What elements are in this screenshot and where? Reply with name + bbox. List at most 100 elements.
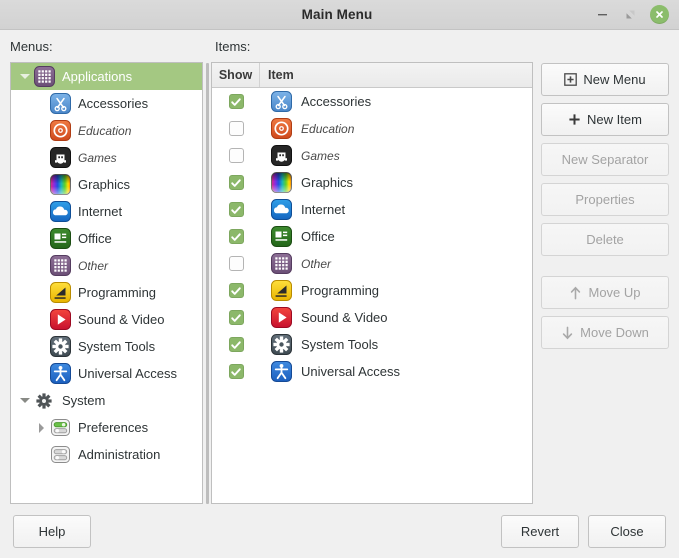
items-table[interactable]: Show Item Accessories Education Games Gr… <box>211 62 533 504</box>
plus-icon <box>568 113 581 126</box>
table-row[interactable]: Universal Access <box>212 358 532 385</box>
education-icon <box>49 120 71 142</box>
menu-tree-item-label: Education <box>78 123 132 138</box>
button-label: Delete <box>586 232 624 247</box>
help-button[interactable]: Help <box>13 515 91 548</box>
item-cell: Universal Access <box>260 361 532 383</box>
sound-video-icon <box>49 309 71 331</box>
show-cell <box>212 148 260 163</box>
menu-tree-item-label: Programming <box>78 285 157 300</box>
window-titlebar[interactable]: Main Menu <box>0 0 679 30</box>
menu-tree-item-label: Games <box>78 150 117 165</box>
items-label: Items: <box>215 38 251 54</box>
system-tools-icon <box>270 334 292 356</box>
new-item-button[interactable]: New Item <box>541 103 669 136</box>
programming-icon <box>270 280 292 302</box>
arrow-down-icon <box>561 326 574 340</box>
menu-tree-item[interactable]: Universal Access <box>11 360 202 387</box>
show-cell <box>212 229 260 244</box>
minimize-icon[interactable] <box>594 6 611 23</box>
sound-video-icon <box>270 307 292 329</box>
menu-tree-item[interactable]: System <box>11 387 202 414</box>
accessories-icon <box>270 91 292 113</box>
show-checkbox[interactable] <box>228 283 244 298</box>
table-row[interactable]: Accessories <box>212 88 532 115</box>
column-header-show[interactable]: Show <box>212 63 261 87</box>
properties-button: Properties <box>541 183 669 216</box>
table-row[interactable]: Office <box>212 223 532 250</box>
new-menu-button[interactable]: New Menu <box>541 63 669 96</box>
item-cell: Other <box>260 253 532 275</box>
menu-tree-item[interactable]: Preferences <box>11 414 202 441</box>
show-cell <box>212 310 260 325</box>
menu-tree-item[interactable]: Games <box>11 144 202 171</box>
close-button[interactable]: Close <box>588 515 666 548</box>
item-label: Office <box>301 229 335 244</box>
arrow-up-icon <box>569 286 582 300</box>
table-row[interactable]: Graphics <box>212 169 532 196</box>
table-row[interactable]: Sound & Video <box>212 304 532 331</box>
menu-tree-item-label: Accessories <box>78 96 149 111</box>
dialog-content: Menus: Items: Applications Accessories E… <box>0 30 679 504</box>
show-cell <box>212 337 260 352</box>
chevron-right-icon[interactable] <box>33 422 49 433</box>
system-tools-icon <box>49 336 71 358</box>
show-checkbox[interactable] <box>228 337 244 352</box>
window-controls <box>594 5 679 24</box>
window-title: Main Menu <box>301 7 373 22</box>
items-table-header: Show Item <box>212 63 532 88</box>
games-icon <box>49 147 71 169</box>
menu-tree-item[interactable]: Accessories <box>11 90 202 117</box>
maximize-icon[interactable] <box>622 6 639 23</box>
show-checkbox[interactable] <box>228 148 244 163</box>
grid-other-icon <box>49 255 71 277</box>
item-label: Other <box>301 256 332 271</box>
show-cell <box>212 283 260 298</box>
show-checkbox[interactable] <box>228 310 244 325</box>
menu-tree-item[interactable]: Administration <box>11 441 202 468</box>
pane-splitter[interactable] <box>203 62 211 504</box>
show-checkbox[interactable] <box>228 202 244 217</box>
chevron-down-icon[interactable] <box>17 74 33 79</box>
menu-tree-item[interactable]: Applications <box>11 63 203 90</box>
table-row[interactable]: Games <box>212 142 532 169</box>
table-row[interactable]: Internet <box>212 196 532 223</box>
item-label: Universal Access <box>301 364 400 379</box>
menus-tree[interactable]: Applications Accessories Education Games… <box>10 62 204 504</box>
table-row[interactable]: Education <box>212 115 532 142</box>
item-label: Programming <box>301 283 380 298</box>
table-row[interactable]: Other <box>212 250 532 277</box>
show-checkbox[interactable] <box>228 175 244 190</box>
item-cell: Internet <box>260 199 532 221</box>
menu-tree-item[interactable]: Education <box>11 117 202 144</box>
show-checkbox[interactable] <box>228 94 244 109</box>
menu-tree-item[interactable]: Other <box>11 252 202 279</box>
item-cell: Programming <box>260 280 532 302</box>
show-checkbox[interactable] <box>228 229 244 244</box>
show-checkbox[interactable] <box>228 256 244 271</box>
item-label: Education <box>301 121 355 136</box>
revert-button[interactable]: Revert <box>501 515 579 548</box>
delete-button: Delete <box>541 223 669 256</box>
button-label: New Item <box>587 112 642 127</box>
show-checkbox[interactable] <box>228 364 244 379</box>
menu-tree-item[interactable]: Office <box>11 225 202 252</box>
menu-tree-item[interactable]: Internet <box>11 198 202 225</box>
menu-tree-item-label: Applications <box>62 69 133 84</box>
menu-tree-item[interactable]: System Tools <box>11 333 202 360</box>
item-cell: Games <box>260 145 532 167</box>
menu-tree-item[interactable]: Programming <box>11 279 202 306</box>
table-row[interactable]: Programming <box>212 277 532 304</box>
show-checkbox[interactable] <box>228 121 244 136</box>
grid-other-icon <box>270 253 292 275</box>
table-row[interactable]: System Tools <box>212 331 532 358</box>
menu-tree-item-label: Office <box>78 231 112 246</box>
menu-tree-item[interactable]: Graphics <box>11 171 202 198</box>
internet-icon <box>49 201 71 223</box>
column-header-item[interactable]: Item <box>260 63 532 87</box>
close-icon[interactable] <box>650 5 669 24</box>
chevron-down-icon[interactable] <box>17 398 33 403</box>
menu-tree-item[interactable]: Sound & Video <box>11 306 202 333</box>
item-cell: Graphics <box>260 172 532 194</box>
show-cell <box>212 94 260 109</box>
